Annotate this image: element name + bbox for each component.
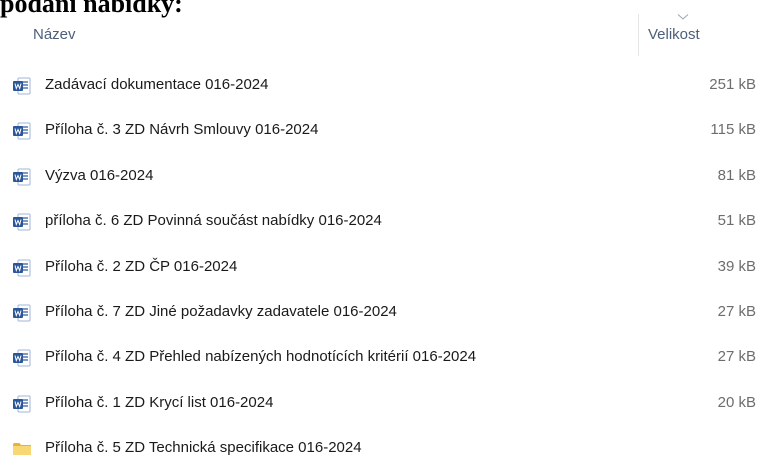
file-row[interactable]: Příloha č. 3 ZD Návrh Smlouvy 016-2024 1… xyxy=(0,107,758,152)
word-document-icon xyxy=(13,168,31,186)
file-name: příloha č. 6 ZD Povinná součást nabídky … xyxy=(45,212,382,230)
word-document-icon xyxy=(13,122,31,140)
file-size: 27 kB xyxy=(717,302,756,320)
folder-name: Příloha č. 5 ZD Technická specifikace 01… xyxy=(45,439,362,457)
file-name: Příloha č. 3 ZD Návrh Smlouvy 016-2024 xyxy=(45,121,319,139)
file-size: 51 kB xyxy=(717,212,756,230)
file-row[interactable]: Příloha č. 7 ZD Jiné požadavky zadavatel… xyxy=(0,289,758,334)
file-size: 27 kB xyxy=(717,348,756,366)
chevron-down-icon xyxy=(677,14,689,20)
file-size: 39 kB xyxy=(717,257,756,275)
file-size: 115 kB xyxy=(710,121,756,139)
file-name: Příloha č. 1 ZD Krycí list 016-2024 xyxy=(45,393,274,411)
file-row[interactable]: Příloha č. 1 ZD Krycí list 016-2024 20 k… xyxy=(0,380,758,425)
folder-icon xyxy=(13,443,31,456)
file-name: Zadávací dokumentace 016-2024 xyxy=(45,76,269,93)
file-row[interactable]: Zadávací dokumentace 016-2024 251 kB xyxy=(0,62,758,107)
word-document-icon xyxy=(13,77,31,95)
column-size-header[interactable]: Velikost xyxy=(648,26,700,43)
word-document-icon xyxy=(13,213,31,231)
file-row[interactable]: Příloha č. 2 ZD ČP 016-2024 39 kB xyxy=(0,244,758,289)
file-row[interactable]: Výzva 016-2024 81 kB xyxy=(0,153,758,198)
column-header: Název Velikost xyxy=(0,14,758,56)
file-name: Příloha č. 2 ZD ČP 016-2024 xyxy=(45,257,238,275)
file-size: 251 kB xyxy=(709,76,756,93)
folder-row[interactable]: Příloha č. 5 ZD Technická specifikace 01… xyxy=(0,425,758,470)
column-name-header[interactable]: Název xyxy=(33,26,76,43)
word-document-icon xyxy=(13,395,31,413)
file-row[interactable]: příloha č. 6 ZD Povinná součást nabídky … xyxy=(0,198,758,243)
column-divider[interactable] xyxy=(638,14,639,56)
file-name: Výzva 016-2024 xyxy=(45,166,154,184)
file-row[interactable]: Příloha č. 4 ZD Přehled nabízených hodno… xyxy=(0,334,758,379)
word-document-icon xyxy=(13,304,31,322)
file-name: Příloha č. 7 ZD Jiné požadavky zadavatel… xyxy=(45,302,397,320)
file-size: 81 kB xyxy=(717,166,756,184)
word-document-icon xyxy=(13,349,31,367)
file-size: 20 kB xyxy=(717,393,756,411)
file-list: Zadávací dokumentace 016-2024 251 kB Pří… xyxy=(0,62,758,471)
word-document-icon xyxy=(13,259,31,277)
file-name: Příloha č. 4 ZD Přehled nabízených hodno… xyxy=(45,348,477,366)
